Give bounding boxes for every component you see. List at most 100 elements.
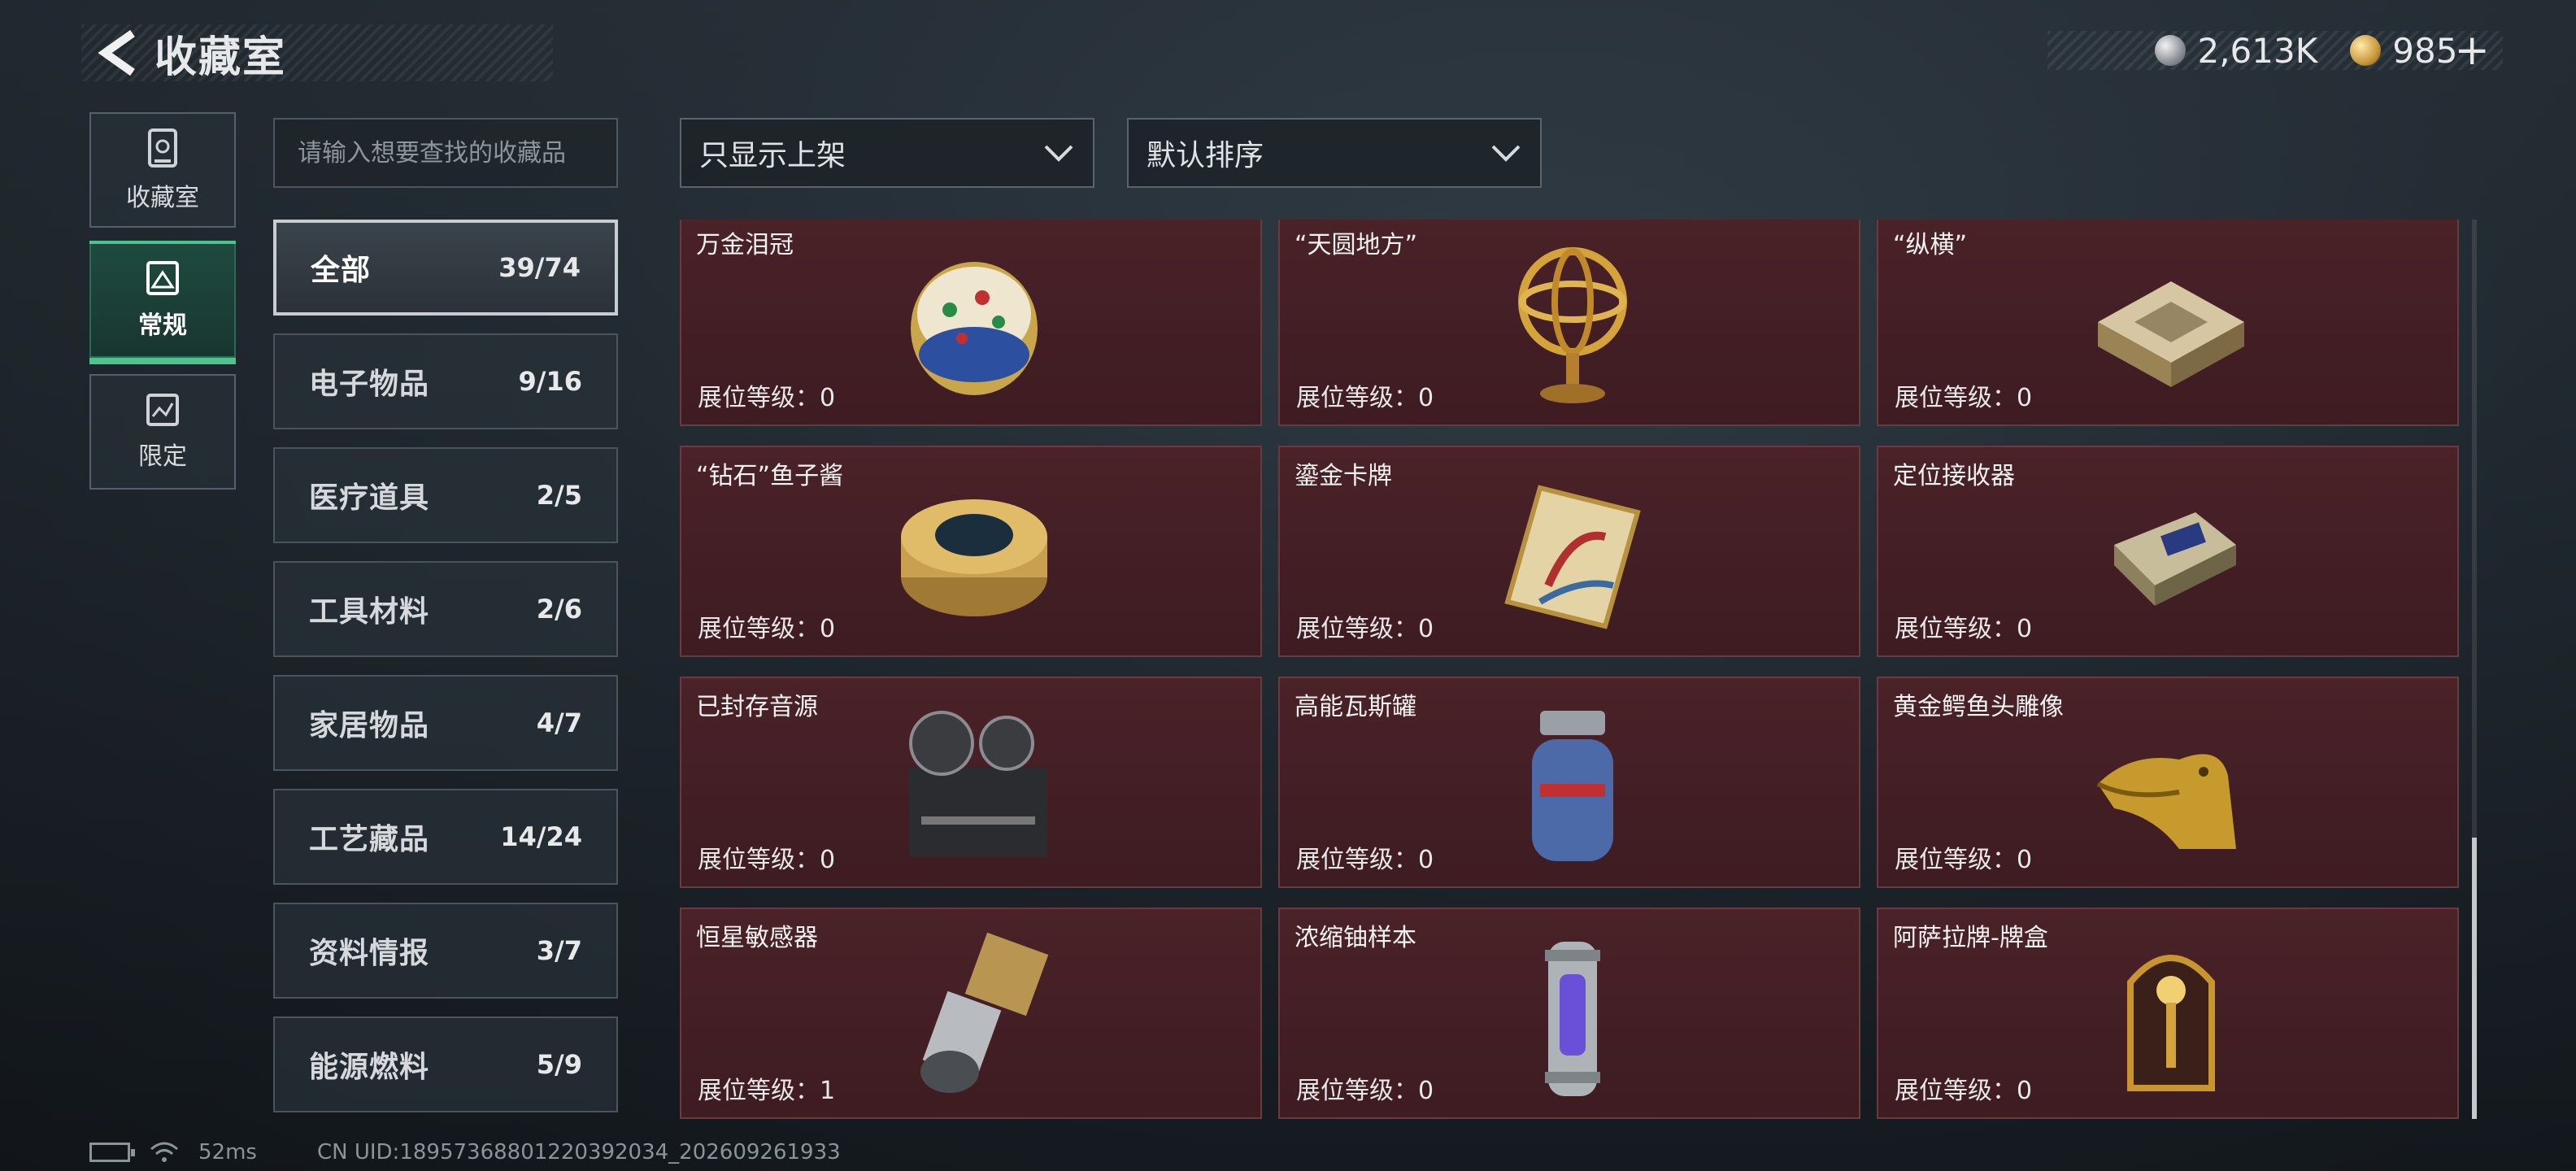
scrollbar-thumb[interactable] — [2472, 838, 2477, 1119]
side-tab-regular[interactable]: 常规 — [89, 241, 236, 364]
header-bar: 收藏室 — [81, 24, 553, 82]
grid-scrollbar[interactable] — [2472, 220, 2477, 1119]
item-name: 黄金鳄鱼头雕像 — [1893, 693, 2064, 721]
category-name: 电子物品 — [309, 368, 430, 401]
item-level: 展位等级：0 — [1895, 846, 2033, 874]
item-level: 展位等级：1 — [698, 1077, 836, 1105]
item-name: “纵横” — [1893, 231, 1968, 259]
search-box[interactable] — [273, 118, 618, 188]
category-count: 3/7 — [536, 935, 582, 966]
item-level: 展位等级：0 — [1895, 384, 2033, 412]
category-count: 2/5 — [536, 480, 582, 511]
item-name: 定位接收器 — [1893, 462, 2015, 490]
uranium-capsule-icon — [1545, 942, 1600, 1096]
currency-bar: 2,613K 985 + — [2047, 26, 2503, 75]
back-button[interactable] — [89, 24, 146, 81]
item-name: 万金泪冠 — [696, 231, 794, 259]
category-medical[interactable]: 医疗道具 2/5 — [273, 447, 618, 543]
category-name: 家居物品 — [309, 709, 430, 742]
reel-recorder-icon — [909, 711, 1047, 857]
item-level: 展位等级：0 — [698, 846, 836, 874]
collection-item-card[interactable]: 黄金鳄鱼头雕像 展位等级：0 — [1877, 677, 2459, 888]
card-box-icon — [2127, 955, 2215, 1091]
active-top-indicator — [89, 241, 236, 244]
item-name: 恒星敏感器 — [696, 924, 818, 952]
category-energy[interactable]: 能源燃料 5/9 — [273, 1016, 618, 1112]
item-level: 展位等级：0 — [1296, 384, 1434, 412]
gold-coin-icon — [2350, 35, 2382, 66]
back-arrow-icon — [98, 29, 135, 76]
battery-icon — [89, 1143, 135, 1162]
category-count: 9/16 — [518, 366, 582, 397]
item-name: 鎏金卡牌 — [1295, 462, 1392, 490]
collection-item-card[interactable]: 鎏金卡牌 展位等级：0 — [1278, 446, 1860, 657]
category-tools[interactable]: 工具材料 2/6 — [273, 561, 618, 657]
add-currency-button[interactable]: + — [2454, 26, 2490, 75]
collection-item-card[interactable]: “纵横” 展位等级：0 — [1877, 220, 2459, 426]
category-count: 4/7 — [536, 707, 582, 738]
category-count: 14/24 — [500, 821, 582, 852]
status-footer: 52ms CN UID:18957368801220392034_2026092… — [89, 1138, 841, 1166]
item-level: 展位等级：0 — [1895, 1077, 2033, 1105]
side-tab-vault[interactable]: 收藏室 — [89, 112, 236, 228]
item-level: 展位等级：0 — [698, 615, 836, 643]
collection-item-card[interactable]: 浓缩铀样本 展位等级：0 — [1278, 908, 1860, 1119]
chessboard-icon — [2098, 281, 2244, 387]
page-title: 收藏室 — [154, 33, 287, 82]
gas-canister-icon — [1532, 711, 1613, 861]
collection-item-card[interactable]: 已封存音源 展位等级：0 — [680, 677, 1262, 888]
item-name: “钻石”鱼子酱 — [696, 462, 844, 490]
limited-icon — [146, 394, 179, 426]
item-name: 高能瓦斯罐 — [1295, 693, 1416, 721]
gold-card-icon — [1504, 485, 1641, 629]
category-household[interactable]: 家居物品 4/7 — [273, 675, 618, 771]
category-name: 工艺藏品 — [309, 823, 430, 856]
side-tab-label: 常规 — [138, 311, 187, 340]
sort-dropdown[interactable]: 默认排序 — [1127, 118, 1542, 188]
category-count: 5/9 — [536, 1049, 582, 1080]
jeweled-egg-icon — [911, 262, 1038, 395]
star-sensor-icon — [920, 932, 1049, 1093]
active-tab-indicator — [89, 358, 236, 364]
silver-currency-value: 2,613K — [2197, 30, 2318, 71]
item-level: 展位等级：0 — [1296, 615, 1434, 643]
category-crafts[interactable]: 工艺藏品 14/24 — [273, 789, 618, 885]
item-name: 浓缩铀样本 — [1295, 924, 1416, 952]
caviar-tin-icon — [901, 499, 1047, 616]
shelf-filter-dropdown[interactable]: 只显示上架 — [680, 118, 1094, 188]
collection-item-card[interactable]: 定位接收器 展位等级：0 — [1877, 446, 2459, 657]
collection-item-card[interactable]: 万金泪冠 展位等级：0 — [680, 220, 1262, 426]
vault-icon — [148, 128, 177, 168]
search-input[interactable] — [298, 138, 616, 168]
category-count: 39/74 — [498, 252, 581, 283]
silver-coin-icon — [2155, 35, 2187, 66]
collection-item-card[interactable]: 阿萨拉牌-牌盒 展位等级：0 — [1877, 908, 2459, 1119]
collection-item-card[interactable]: “钻石”鱼子酱 展位等级：0 — [680, 446, 1262, 657]
ping-value: 52ms — [198, 1140, 257, 1164]
item-level: 展位等级：0 — [1296, 1077, 1434, 1105]
gold-currency-value: 985 — [2392, 30, 2458, 71]
chevron-down-icon — [1491, 145, 1521, 162]
shelf-filter-value: 只显示上架 — [699, 139, 846, 172]
category-intel[interactable]: 资料情报 3/7 — [273, 903, 618, 999]
category-name: 医疗道具 — [309, 481, 430, 515]
collection-item-card[interactable]: “天圆地方” 展位等级：0 — [1278, 220, 1860, 426]
collection-item-card[interactable]: 高能瓦斯罐 展位等级：0 — [1278, 677, 1860, 888]
chevron-down-icon — [1044, 145, 1073, 162]
item-level: 展位等级：0 — [1296, 846, 1434, 874]
item-name: 已封存音源 — [696, 693, 818, 721]
side-tab-label: 限定 — [138, 442, 187, 471]
item-level: 展位等级：0 — [698, 384, 836, 412]
collection-item-card[interactable]: 恒星敏感器 展位等级：1 — [680, 908, 1262, 1119]
side-tab-limited[interactable]: 限定 — [89, 374, 236, 490]
armillary-sphere-icon — [1518, 247, 1627, 403]
image-icon — [146, 261, 179, 295]
side-tab-label: 收藏室 — [126, 184, 199, 212]
receiver-icon — [2114, 512, 2236, 606]
category-name: 工具材料 — [309, 595, 430, 629]
item-name: “天圆地方” — [1295, 231, 1418, 259]
wifi-icon — [150, 1142, 178, 1162]
category-all[interactable]: 全部 39/74 — [273, 220, 618, 316]
category-electronics[interactable]: 电子物品 9/16 — [273, 333, 618, 429]
item-level: 展位等级：0 — [1895, 615, 2033, 643]
